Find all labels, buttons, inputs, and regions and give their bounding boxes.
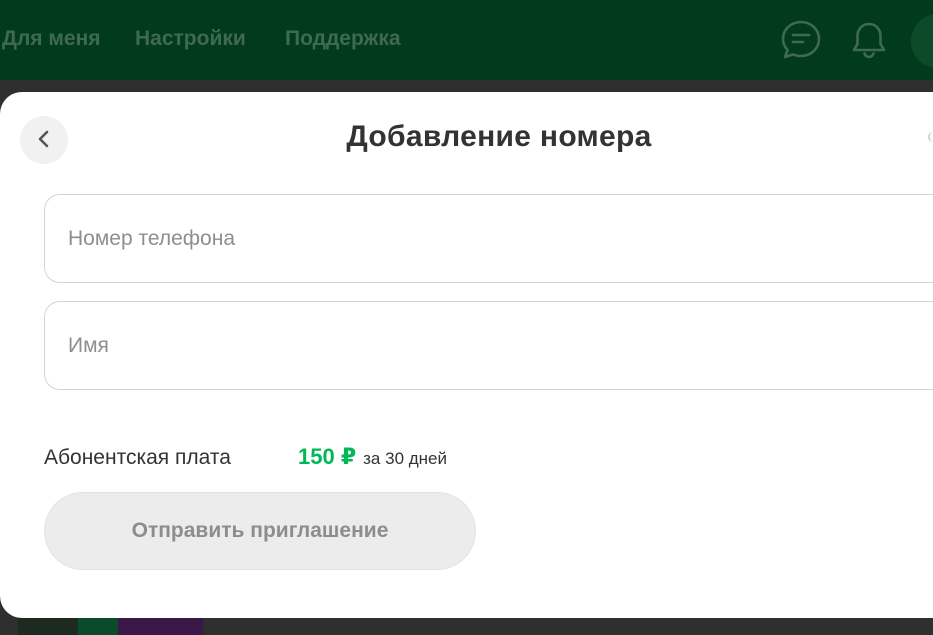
avatar[interactable] [911, 14, 933, 68]
name-input[interactable] [45, 302, 933, 389]
modal-title: Добавление номера [346, 120, 652, 153]
phone-input[interactable] [45, 195, 933, 282]
background-tile [78, 615, 118, 635]
add-number-modal: Добавление номера Абонентская плата 150 … [0, 92, 933, 618]
send-invitation-button[interactable]: Отправить приглашение [44, 492, 476, 570]
top-navigation-bar: Для меня Настройки Поддержка [0, 0, 933, 80]
name-field[interactable] [44, 301, 933, 390]
chat-icon[interactable] [780, 19, 822, 61]
background-tile [18, 615, 78, 635]
nav-link-for-me[interactable]: Для меня [2, 27, 101, 51]
fee-period: за 30 дней [363, 449, 448, 468]
background-tile [118, 615, 203, 635]
nav-link-settings[interactable]: Настройки [135, 27, 246, 51]
nav-link-support[interactable]: Поддержка [285, 27, 401, 51]
close-icon[interactable] [928, 132, 933, 142]
fee-price: 150 ₽ [298, 444, 357, 469]
bell-icon[interactable] [848, 19, 890, 61]
subscription-fee-row: Абонентская плата 150 ₽ за 30 дней [44, 444, 447, 474]
fee-label: Абонентская плата [44, 446, 231, 469]
phone-field[interactable] [44, 194, 933, 283]
